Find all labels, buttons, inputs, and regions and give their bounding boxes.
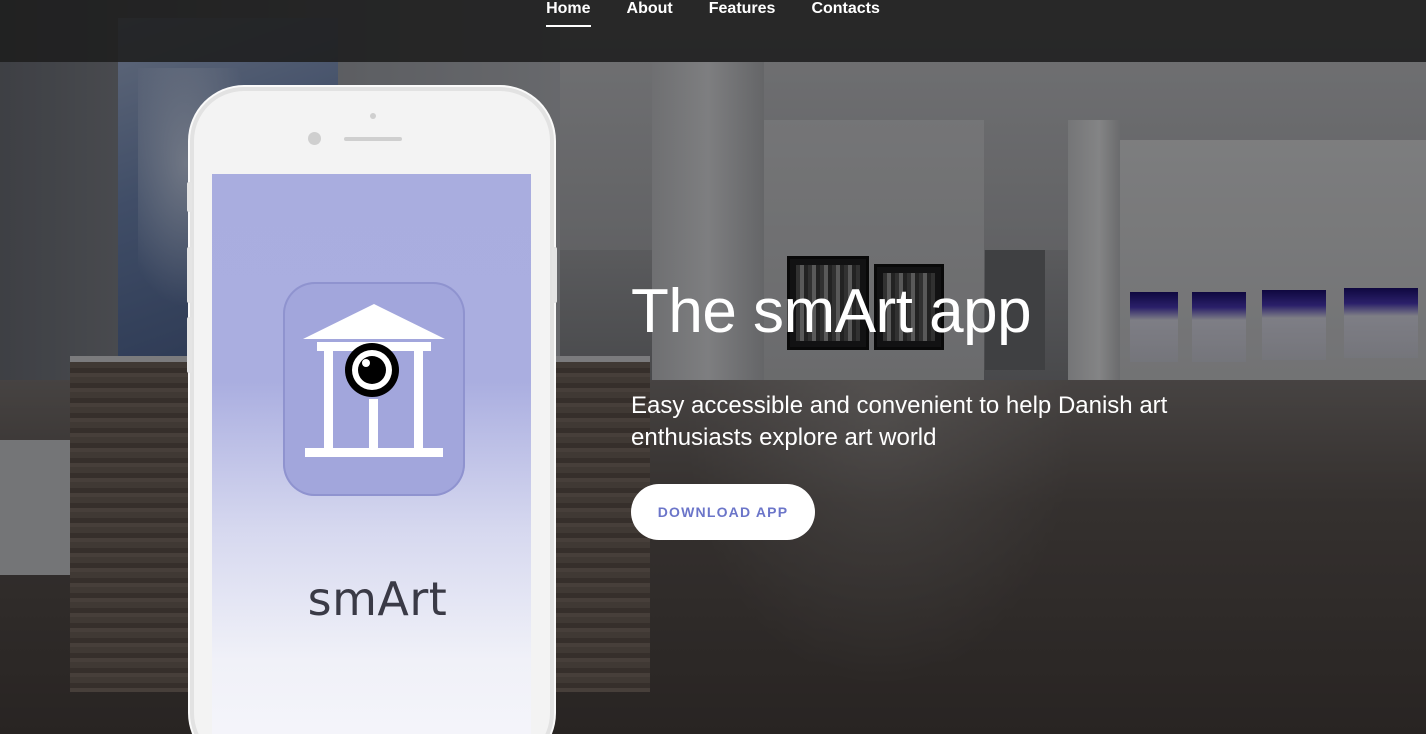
nav-link-about[interactable]: About: [627, 0, 673, 27]
phone-side-button: [187, 317, 192, 373]
eye-pupil: [358, 356, 386, 384]
page: Home About Features Contacts smArt The s…: [0, 0, 1426, 734]
column-shape: [324, 351, 333, 456]
hero-subtitle: Easy accessible and convenient to help D…: [631, 392, 1168, 451]
nav-link-contacts[interactable]: Contacts: [811, 0, 879, 27]
download-app-button[interactable]: DOWNLOAD APP: [631, 484, 815, 540]
roof-shape: [303, 304, 445, 339]
eye-highlight: [362, 359, 370, 367]
nav-link-features[interactable]: Features: [709, 0, 776, 27]
nav-list: Home About Features Contacts: [0, 0, 1426, 62]
phone-side-button: [187, 182, 192, 212]
phone-side-button: [552, 247, 557, 303]
nav-link-home[interactable]: Home: [546, 0, 590, 27]
phone-speaker: [344, 137, 402, 141]
top-navbar: Home About Features Contacts: [0, 0, 1426, 62]
phone-side-button: [187, 247, 192, 303]
phone-sensor: [370, 113, 376, 119]
museum-eye-graphic: [303, 304, 445, 457]
phone-mockup: smArt: [187, 87, 557, 734]
hero-title: The smArt app: [631, 277, 1032, 346]
phone-camera: [308, 132, 321, 145]
column-shape: [369, 399, 378, 456]
app-name: smArt: [307, 572, 448, 626]
base-shape: [305, 448, 443, 457]
column-shape: [414, 351, 423, 456]
phone-screen: smArt: [212, 174, 531, 734]
museum-eye-icon: [283, 282, 465, 496]
